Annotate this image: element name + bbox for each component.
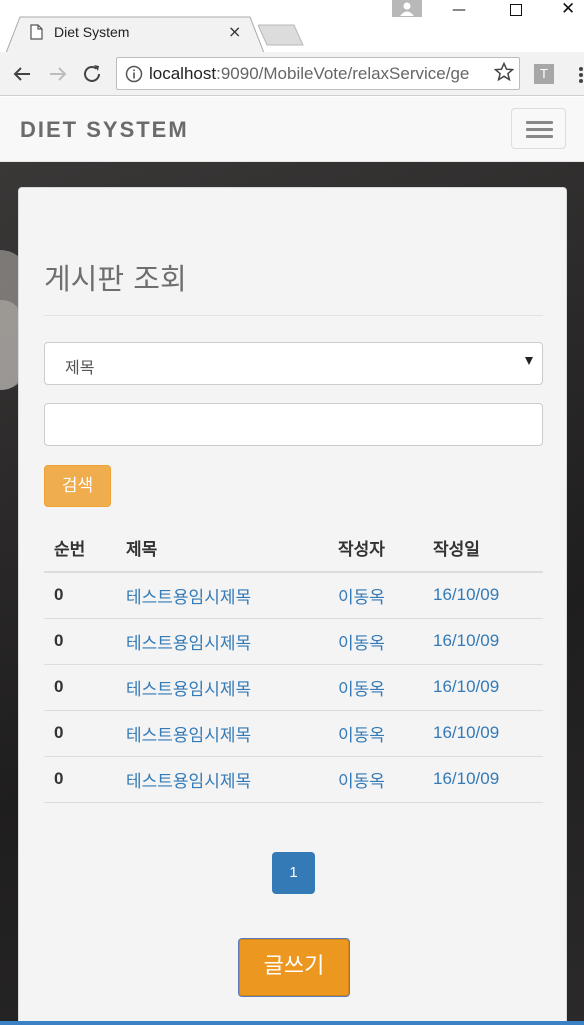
write-post-button[interactable]: 글쓰기	[238, 938, 350, 997]
row-date-link[interactable]: 16/10/09	[423, 572, 543, 619]
table-row: 0 테스트용임시제목 이동옥 16/10/09	[44, 710, 543, 757]
row-num: 0	[44, 572, 116, 619]
tab-close-icon[interactable]: ×	[228, 22, 241, 41]
url-path: :9090/MobileVote/relaxService/ge	[216, 64, 470, 83]
site-brand[interactable]: DIET SYSTEM	[20, 117, 189, 143]
browser-toolbar: localhost:9090/MobileVote/relaxService/g…	[0, 52, 584, 96]
hamburger-icon[interactable]	[511, 108, 566, 149]
extension-icon[interactable]: T	[534, 64, 554, 84]
url-text[interactable]: localhost:9090/MobileVote/relaxService/g…	[149, 64, 469, 84]
column-header-title: 제목	[116, 524, 328, 573]
table-row: 0 테스트용임시제목 이동옥 16/10/09	[44, 664, 543, 711]
star-icon[interactable]	[494, 62, 514, 82]
row-author-link[interactable]: 이동옥	[328, 710, 423, 757]
table-row: 0 테스트용임시제목 이동옥 16/10/09	[44, 572, 543, 619]
search-field-selected: 제목	[65, 358, 95, 377]
site-navbar: DIET SYSTEM	[0, 97, 584, 162]
hamburger-bar	[526, 128, 553, 131]
title-divider	[44, 315, 543, 316]
row-num: 0	[44, 664, 116, 711]
forward-arrow-icon[interactable]	[46, 62, 70, 86]
row-title-link[interactable]: 테스트용임시제목	[116, 710, 328, 757]
table-header-row: 순번 제목 작성자 작성일	[44, 524, 543, 573]
row-title-link[interactable]: 테스트용임시제목	[116, 618, 328, 665]
row-author-link[interactable]: 이동옥	[328, 572, 423, 619]
dropdown-caret-icon	[525, 357, 533, 365]
maximize-button[interactable]	[510, 4, 522, 16]
info-icon[interactable]	[125, 65, 143, 83]
hamburger-bar	[526, 135, 553, 138]
search-field-select[interactable]: 제목	[44, 342, 543, 385]
board-table: 순번 제목 작성자 작성일 0 테스트용임시제목 이동옥 16/10/09 0 …	[44, 524, 543, 803]
row-author-link[interactable]: 이동옥	[328, 756, 423, 803]
row-num: 0	[44, 710, 116, 757]
search-button[interactable]: 검색	[44, 465, 111, 507]
board-panel: 게시판 조회 제목 검색 순번 제목 작성자 작성일 0 테스트용임시제목 이동…	[18, 187, 567, 1025]
row-num: 0	[44, 756, 116, 803]
row-num: 0	[44, 618, 116, 665]
pagination-page-1[interactable]: 1	[272, 852, 315, 894]
row-title-link[interactable]: 테스트용임시제목	[116, 756, 328, 803]
profile-avatar-icon[interactable]	[392, 0, 422, 17]
column-header-date: 작성일	[423, 524, 543, 573]
page-icon	[30, 24, 43, 40]
row-title-link[interactable]: 테스트용임시제목	[116, 664, 328, 711]
new-tab-button[interactable]	[258, 24, 304, 46]
row-date-link[interactable]: 16/10/09	[423, 664, 543, 711]
menu-dots-icon[interactable]	[578, 66, 584, 84]
hamburger-bar	[526, 121, 553, 124]
reload-icon[interactable]	[80, 62, 104, 86]
browser-titlebar: Diet System × — ✕	[0, 0, 584, 53]
address-bar[interactable]: localhost:9090/MobileVote/relaxService/g…	[116, 57, 520, 90]
back-arrow-icon[interactable]	[10, 62, 34, 86]
table-row: 0 테스트용임시제목 이동옥 16/10/09	[44, 618, 543, 665]
row-author-link[interactable]: 이동옥	[328, 664, 423, 711]
tab-title: Diet System	[54, 24, 130, 40]
page-title: 게시판 조회	[44, 262, 187, 296]
url-host: localhost	[149, 64, 217, 83]
row-title-link[interactable]: 테스트용임시제목	[116, 572, 328, 619]
row-author-link[interactable]: 이동옥	[328, 618, 423, 665]
row-date-link[interactable]: 16/10/09	[423, 618, 543, 665]
bottom-edge-bar	[0, 1021, 584, 1025]
window-close-button[interactable]: ✕	[561, 0, 575, 19]
table-row: 0 테스트용임시제목 이동옥 16/10/09	[44, 756, 543, 803]
browser-tab[interactable]	[6, 16, 264, 53]
row-date-link[interactable]: 16/10/09	[423, 756, 543, 803]
row-date-link[interactable]: 16/10/09	[423, 710, 543, 757]
column-header-author: 작성자	[328, 524, 423, 573]
column-header-num: 순번	[44, 524, 116, 573]
minimize-button[interactable]: —	[452, 2, 466, 18]
search-input[interactable]	[44, 403, 543, 446]
